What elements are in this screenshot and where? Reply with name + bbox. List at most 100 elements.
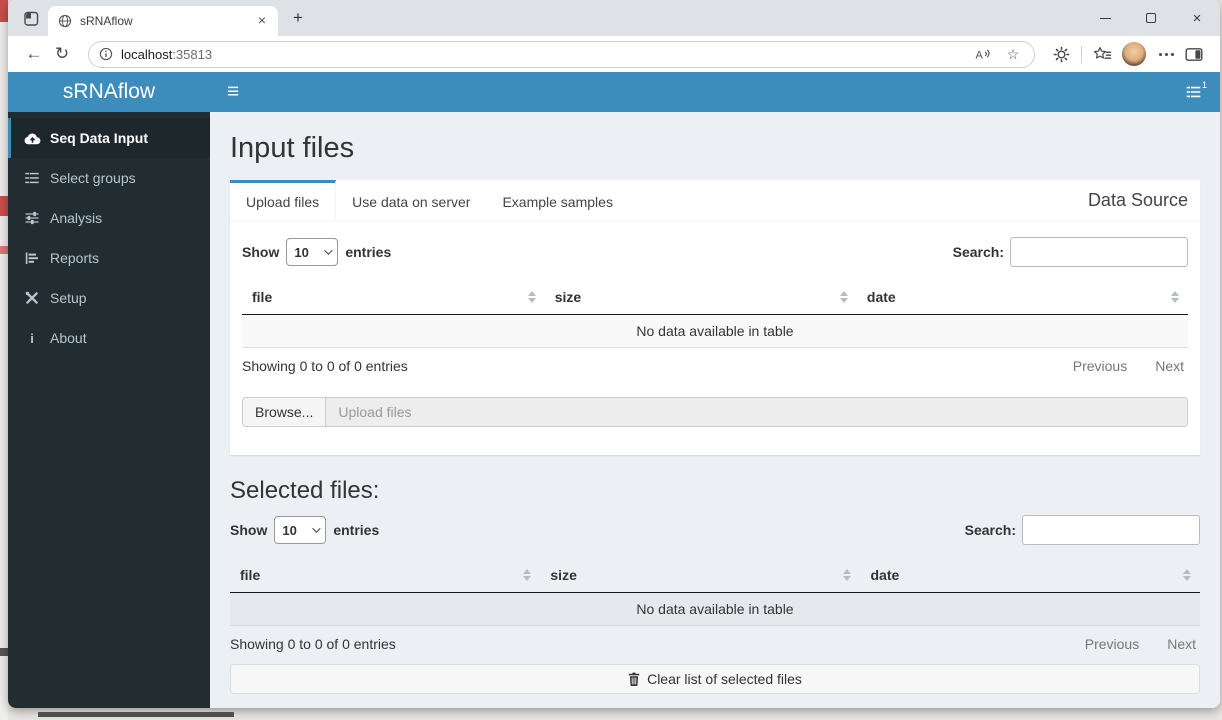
search-input[interactable] (1010, 237, 1188, 267)
favorites-list-button[interactable] (1088, 40, 1116, 68)
datatable-footer: Showing 0 to 0 of 0 entries Previous Nex… (230, 626, 1200, 661)
empty-table-message: No data available in table (230, 592, 1200, 626)
pagination: Previous Next (1073, 358, 1188, 374)
page-length-select[interactable]: 10 (286, 238, 339, 266)
column-header-size[interactable]: size (544, 279, 857, 315)
search-label: Search: (952, 244, 1004, 260)
favorite-star-button[interactable]: ☆ (1002, 43, 1024, 65)
sidebar-item-label: About (50, 330, 87, 346)
url-text: localhost:35813 (121, 47, 964, 62)
sidebar-item-setup[interactable]: Setup (8, 278, 210, 318)
page-length-value: 10 (282, 522, 297, 538)
back-button[interactable]: ← (20, 40, 48, 68)
background-window-fragment (0, 648, 8, 656)
tasks-badge: 1 (1201, 80, 1207, 90)
column-label: size (550, 567, 577, 583)
show-label: Show (230, 522, 268, 538)
sidebar-item-reports[interactable]: Reports (8, 238, 210, 278)
profile-avatar[interactable] (1122, 42, 1146, 66)
next-page-button[interactable]: Next (1155, 358, 1184, 374)
address-bar[interactable]: localhost:35813 A ☆ (88, 40, 1035, 68)
favorites-list-icon (1093, 47, 1111, 59)
site-info-icon (99, 47, 113, 61)
sidebar-item-label: Select groups (50, 170, 136, 186)
browse-button[interactable]: Browse... (242, 397, 327, 427)
previous-page-button[interactable]: Previous (1073, 358, 1127, 374)
browser-toolbar: ← ↻ localhost:35813 A ☆ (8, 36, 1220, 72)
srnaflow-app: sRNAflow ≡ 1 Seq Data Input Select group… (8, 72, 1220, 708)
column-label: date (870, 567, 900, 583)
empty-table-row: No data available in table (230, 592, 1200, 626)
tools-icon (23, 291, 41, 305)
sort-icon (839, 290, 848, 303)
next-page-button[interactable]: Next (1167, 636, 1196, 652)
table-info: Showing 0 to 0 of 0 entries (242, 358, 408, 374)
read-aloud-button[interactable]: A (972, 43, 994, 65)
settings-menu-button[interactable] (1152, 40, 1180, 68)
sidebar-collapse-button[interactable]: ≡ (210, 72, 256, 112)
sidebar-item-label: Reports (50, 250, 100, 266)
tab-upload-files[interactable]: Upload files (230, 180, 337, 220)
column-header-date[interactable]: date (856, 279, 1188, 315)
background-window-fragment (0, 196, 8, 216)
datatable-controls: Show 10 entries Search: (230, 515, 1200, 545)
sidebar-toggle-button[interactable] (1180, 40, 1208, 68)
tab-actions-icon (23, 11, 38, 26)
browser-tab-srnaflow[interactable]: sRNAflow × (48, 6, 278, 36)
globe-icon (58, 14, 72, 28)
tab-example-samples[interactable]: Example samples (486, 180, 629, 220)
sort-icon (527, 290, 536, 303)
tab-close-icon[interactable]: × (254, 13, 270, 29)
app-navbar: ≡ 1 (210, 72, 1220, 112)
clear-selected-files-button[interactable]: Clear list of selected files (230, 664, 1200, 694)
cloud-upload-icon (23, 132, 41, 145)
sidebar-item-label: Seq Data Input (50, 130, 149, 146)
info-icon: i (30, 330, 34, 346)
minimize-button[interactable] (1082, 0, 1128, 36)
datatable-controls: Show 10 entries Search: (242, 237, 1188, 267)
box-title: Data Source (1087, 189, 1188, 210)
page-length-value: 10 (294, 244, 309, 260)
new-tab-button[interactable]: + (284, 4, 312, 32)
page-length-select[interactable]: 10 (274, 516, 327, 544)
previous-page-button[interactable]: Previous (1085, 636, 1139, 652)
maximize-button[interactable] (1128, 0, 1174, 36)
close-icon: × (1192, 9, 1202, 27)
tasks-dropdown-button[interactable]: 1 (1186, 72, 1207, 112)
data-source-box: Upload files Use data on server Example … (230, 180, 1200, 455)
search-input[interactable] (1022, 515, 1200, 545)
close-window-button[interactable]: × (1174, 0, 1220, 36)
upload-files-field[interactable] (326, 397, 1188, 427)
data-source-tabs: Upload files Use data on server Example … (230, 180, 1200, 221)
background-window-fragment (0, 246, 8, 254)
sidebar-item-seq-data-input[interactable]: Seq Data Input (8, 118, 210, 158)
sidebar-item-select-groups[interactable]: Select groups (8, 158, 210, 198)
sort-icon (1171, 290, 1179, 303)
sidebar-item-label: Analysis (50, 210, 103, 226)
column-header-date[interactable]: date (860, 557, 1200, 593)
page-length-control: Show 10 entries (230, 516, 379, 544)
column-header-file[interactable]: file (242, 279, 545, 315)
sort-icon (523, 568, 532, 581)
sidebar-item-about[interactable]: i About (8, 318, 210, 358)
minimize-icon (1099, 17, 1111, 19)
empty-table-message: No data available in table (242, 314, 1188, 348)
pagination: Previous Next (1085, 636, 1200, 652)
column-label: file (252, 289, 273, 305)
app-logo[interactable]: sRNAflow (8, 72, 210, 112)
tab-use-data-on-server[interactable]: Use data on server (336, 180, 486, 220)
column-header-file[interactable]: file (230, 557, 541, 593)
column-header-size[interactable]: size (540, 557, 861, 593)
column-label: file (240, 567, 261, 583)
upload-files-table: file size date No data available in tabl… (242, 279, 1188, 348)
refresh-button[interactable]: ↻ (48, 40, 76, 68)
horizontal-scrollbar-thumb[interactable] (38, 712, 234, 717)
column-label: date (866, 289, 896, 305)
sidebar-item-analysis[interactable]: Analysis (8, 198, 210, 238)
extensions-button[interactable] (1047, 40, 1075, 68)
tab-actions-menu-button[interactable] (16, 3, 46, 33)
selected-files-table: file size date No data available in tabl… (230, 557, 1200, 626)
more-icon (1158, 52, 1174, 56)
extensions-icon (1053, 46, 1069, 62)
svg-text:A: A (976, 50, 984, 62)
